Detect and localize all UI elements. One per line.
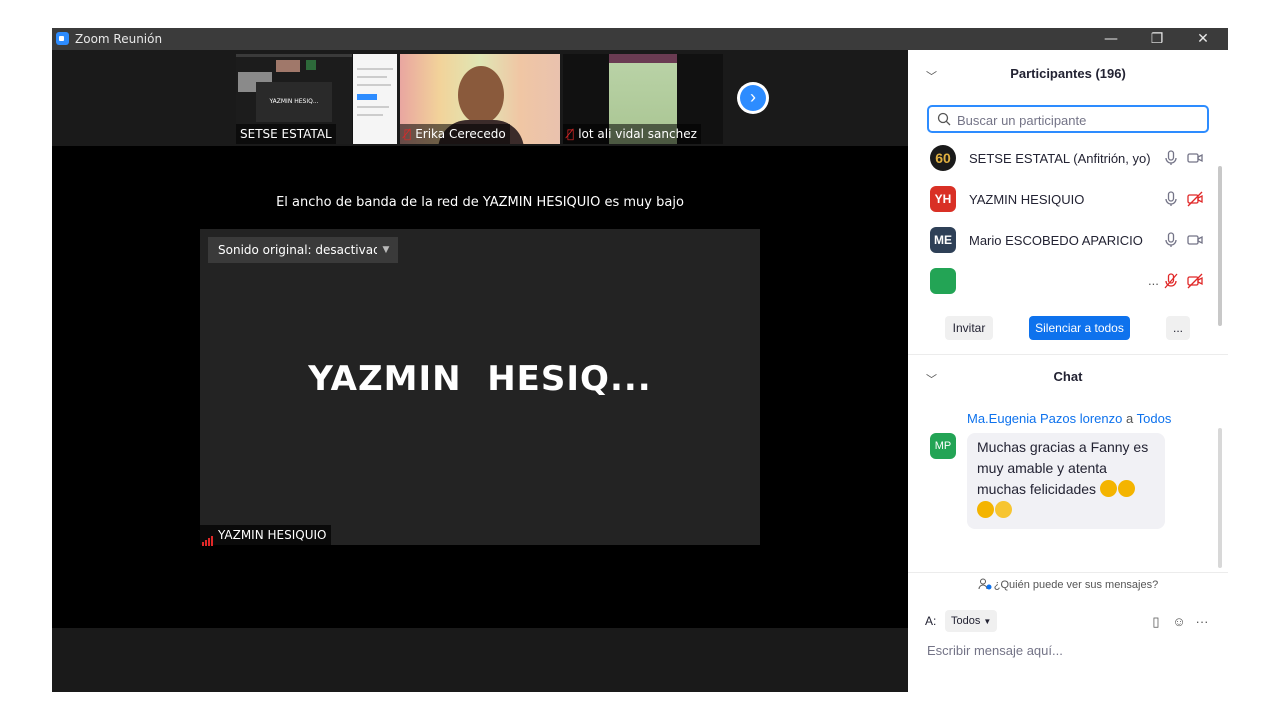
zoom-window: Zoom Reunión — ❐ ✕ YAZMIN HESIQ... SETSE… bbox=[52, 28, 1228, 692]
zoom-app-icon bbox=[56, 32, 69, 45]
window-title: Zoom Reunión bbox=[75, 32, 163, 46]
video-thumbnail-setse[interactable]: YAZMIN HESIQ... SETSE ESTATAL bbox=[236, 54, 397, 144]
mic-muted-icon: 🎙̸ bbox=[567, 127, 575, 141]
video-camera-icon[interactable] bbox=[1186, 149, 1204, 167]
clapping-hands-emoji-icon bbox=[977, 501, 994, 518]
send-to-value: Todos bbox=[951, 615, 981, 627]
section-divider bbox=[908, 572, 1228, 573]
tile-name-text: YAZMIN HESIQUIO bbox=[218, 528, 327, 542]
more-icon[interactable]: ··· bbox=[1194, 614, 1210, 630]
chat-recipient[interactable]: Todos bbox=[1137, 411, 1172, 426]
thumbnail-name: 🎙̸ lot ali vidal sanchez bbox=[563, 124, 701, 144]
smiling-face-emoji-icon bbox=[995, 501, 1012, 518]
avatar: YH bbox=[930, 186, 956, 212]
participant-name: YAZMIN HESIQUIO bbox=[969, 192, 1085, 207]
thumbnail-name: SETSE ESTATAL bbox=[236, 124, 336, 144]
original-sound-dropdown[interactable]: Sonido original: desactivado bbox=[208, 237, 400, 263]
avatar: 60 bbox=[930, 145, 956, 171]
participant-display-name: YAZMIN HESIQ... bbox=[308, 359, 652, 399]
more-options-button[interactable]: ... bbox=[1166, 316, 1190, 340]
participant-name: Mario ESCOBEDO APARICIO bbox=[969, 233, 1143, 248]
video-thumbnail-strip: YAZMIN HESIQ... SETSE ESTATAL 🎙̸ Erika Ce… bbox=[52, 50, 908, 146]
participant-row[interactable]: ... bbox=[908, 261, 1218, 302]
thumbnail-name-text: Erika Cerecedo bbox=[415, 127, 506, 141]
chat-message-header: Ma.Eugenia Pazos lorenzo a Todos bbox=[967, 411, 1171, 426]
participant-row[interactable]: ME Mario ESCOBEDO APARICIO bbox=[908, 220, 1218, 261]
right-panel: ﹀ Participantes (196) 60 SETSE ESTATAL (… bbox=[908, 50, 1228, 692]
chevron-down-icon: ▼ bbox=[983, 617, 992, 626]
person-info-icon bbox=[978, 578, 992, 590]
microphone-icon[interactable] bbox=[1162, 190, 1180, 208]
participants-scrollbar[interactable] bbox=[1218, 166, 1222, 326]
next-page-button[interactable]: › bbox=[737, 82, 769, 114]
file-icon[interactable]: ▯ bbox=[1148, 614, 1164, 630]
shared-screen-text: YAZMIN HESIQ... bbox=[269, 98, 319, 105]
participant-face bbox=[458, 66, 504, 124]
participant-row[interactable]: 60 SETSE ESTATAL (Anfitrión, yo) bbox=[908, 138, 1218, 179]
video-thumbnail-lot[interactable]: 🎙̸ lot ali vidal sanchez bbox=[563, 54, 723, 144]
microphone-icon[interactable] bbox=[1162, 149, 1180, 167]
microphone-icon[interactable] bbox=[1162, 231, 1180, 249]
shared-screen-sidepanel bbox=[353, 54, 397, 144]
search-input[interactable] bbox=[955, 110, 1199, 130]
chat-message-bubble: Muchas gracias a Fanny es muy amable y a… bbox=[967, 433, 1165, 529]
avatar: ME bbox=[930, 227, 956, 253]
chevron-right-icon: › bbox=[740, 85, 766, 111]
chat-avatar: MP bbox=[930, 433, 956, 459]
bandwidth-warning: El ancho de banda de la red de YAZMIN HE… bbox=[276, 195, 684, 210]
avatar bbox=[930, 268, 956, 294]
poor-signal-icon bbox=[202, 526, 214, 546]
thumbnail-name-text: lot ali vidal sanchez bbox=[578, 127, 697, 141]
active-speaker-tile: Sonido original: desactivado ▼ YAZMIN HE… bbox=[200, 229, 760, 546]
title-bar: Zoom Reunión — ❐ ✕ bbox=[52, 28, 1228, 50]
who-can-see-link[interactable]: ¿Quién puede ver sus mensajes? bbox=[908, 578, 1228, 591]
video-stage: YAZMIN HESIQ... SETSE ESTATAL 🎙̸ Erika Ce… bbox=[52, 50, 908, 692]
participants-header: Participantes (196) bbox=[1010, 66, 1126, 81]
thumbnail-name: 🎙̸ Erika Cerecedo bbox=[400, 124, 510, 144]
participant-name: SETSE ESTATAL (Anfitrión, yo) bbox=[969, 151, 1151, 166]
video-thumbnail-erika[interactable]: 🎙̸ Erika Cerecedo bbox=[400, 54, 560, 144]
participant-search[interactable] bbox=[927, 105, 1209, 133]
who-can-see-text: ¿Quién puede ver sus mensajes? bbox=[993, 579, 1159, 591]
search-icon bbox=[937, 112, 951, 126]
chat-message-input[interactable] bbox=[925, 642, 1219, 659]
video-camera-icon[interactable] bbox=[1186, 231, 1204, 249]
close-button[interactable]: ✕ bbox=[1180, 28, 1226, 50]
emoji-icon[interactable]: ☺ bbox=[1171, 614, 1187, 630]
chat-to-word: a bbox=[1126, 411, 1134, 426]
section-divider bbox=[908, 354, 1228, 355]
chat-sender-name[interactable]: Ma.Eugenia Pazos lorenzo bbox=[967, 411, 1122, 426]
invite-button[interactable]: Invitar bbox=[945, 316, 993, 340]
video-off-icon[interactable] bbox=[1186, 272, 1204, 290]
clapping-hands-emoji-icon bbox=[1099, 480, 1117, 497]
video-off-icon[interactable] bbox=[1186, 190, 1204, 208]
tile-name-label: YAZMIN HESIQUIO bbox=[200, 525, 331, 546]
mic-muted-icon: 🎙̸ bbox=[404, 127, 412, 141]
restore-button[interactable]: ❐ bbox=[1134, 28, 1180, 50]
send-to-dropdown[interactable]: Todos ▼ bbox=[945, 610, 998, 632]
mute-all-button[interactable]: Silenciar a todos bbox=[1029, 316, 1130, 340]
more-icon[interactable]: ... bbox=[1148, 273, 1159, 288]
minimize-button[interactable]: — bbox=[1088, 28, 1134, 50]
microphone-muted-icon[interactable] bbox=[1162, 272, 1180, 290]
chat-scrollbar[interactable] bbox=[1218, 428, 1222, 568]
dropdown-arrow-icon[interactable]: ▼ bbox=[377, 237, 395, 263]
meeting-controls-bar bbox=[52, 628, 908, 692]
participant-row[interactable]: YH YAZMIN HESIQUIO bbox=[908, 179, 1218, 220]
chat-header: Chat bbox=[1053, 369, 1083, 384]
clapping-hands-emoji-icon bbox=[1117, 480, 1135, 497]
send-to-label: A: bbox=[925, 614, 937, 628]
